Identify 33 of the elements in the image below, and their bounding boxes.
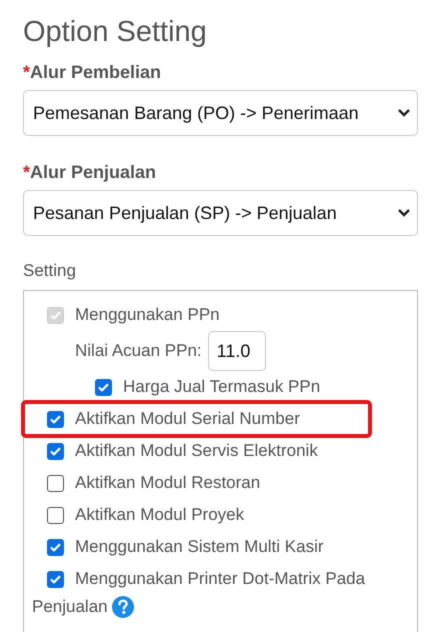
checkbox-label: Aktifkan Modul Restoran: [75, 472, 260, 494]
section-label: Setting: [23, 260, 77, 282]
checkmark-icon: [98, 382, 109, 392]
checkbox-label: Aktifkan Modul Serial Number: [75, 408, 300, 430]
checkbox-label: Menggunakan Sistem Multi Kasir: [75, 536, 324, 558]
checkbox[interactable]: [47, 442, 64, 460]
chevron-down-icon: [397, 108, 411, 118]
checkmark-icon: [50, 542, 61, 552]
checkmark-icon: [50, 414, 61, 424]
chevron-down-icon: [397, 208, 411, 218]
checkbox-label: Penjualan: [32, 596, 108, 618]
checkbox-label: Menggunakan PPn: [75, 304, 220, 326]
checkbox[interactable]: [47, 538, 64, 556]
checkbox-label: Aktifkan Modul Servis Elektronik: [75, 440, 318, 462]
required-mark: *: [23, 161, 30, 184]
checkbox[interactable]: [47, 570, 64, 588]
checkbox[interactable]: [47, 474, 64, 492]
select-field[interactable]: Pemesanan Barang (PO) -> Penerimaan: [23, 90, 418, 136]
checkmark-icon: [50, 446, 61, 456]
required-mark: *: [23, 61, 30, 84]
checkbox-label: Harga Jual Termasuk PPn: [123, 376, 320, 398]
checkbox[interactable]: [47, 506, 64, 524]
checkbox[interactable]: [47, 410, 64, 428]
checkbox-label: Menggunakan Printer Dot-Matrix Pada: [75, 568, 366, 590]
field-label: Alur Penjualan: [30, 161, 156, 184]
page-title: Option Setting: [23, 15, 208, 50]
checkmark-icon: [50, 574, 61, 584]
checkmark-icon: [50, 310, 61, 320]
select-field[interactable]: Pesanan Penjualan (SP) -> Penjualan: [23, 190, 418, 236]
field-label: Nilai Acuan PPn:: [75, 341, 202, 361]
field-label: Alur Pembelian: [30, 61, 162, 84]
checkbox-label: Aktifkan Modul Proyek: [75, 504, 244, 526]
help-icon[interactable]: [112, 596, 134, 618]
